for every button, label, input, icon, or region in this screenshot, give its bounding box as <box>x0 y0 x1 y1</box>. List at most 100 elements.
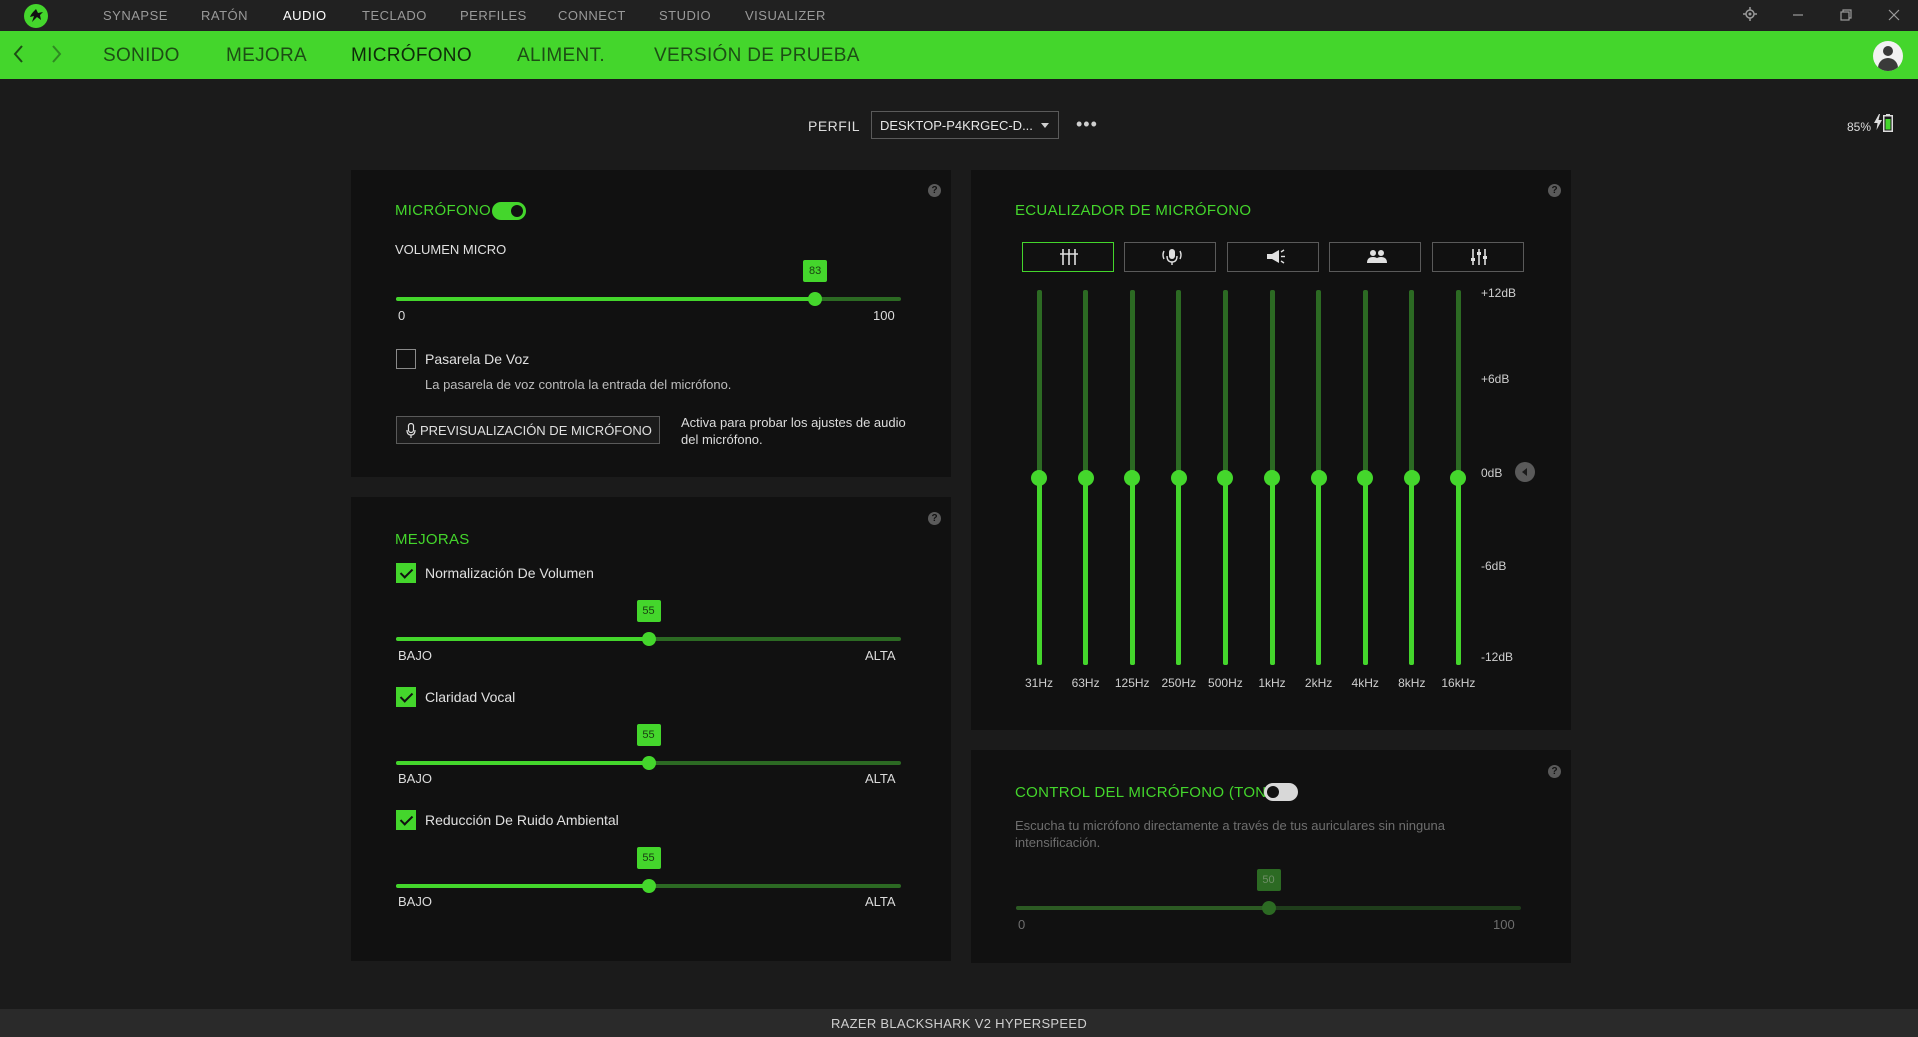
tab-version-de-prueba[interactable]: VERSIÓN DE PRUEBA <box>654 45 860 67</box>
eq-band-thumb[interactable] <box>1077 469 1094 486</box>
eq-band-thumb[interactable] <box>1031 469 1047 486</box>
user-avatar-icon[interactable] <box>1873 41 1903 71</box>
sidetone-max: 100 <box>1493 917 1515 932</box>
nav-studio[interactable]: STUDIO <box>659 8 711 23</box>
eq-band-label: 31Hz <box>1024 676 1053 690</box>
volume-normalization-thumb[interactable] <box>641 632 656 646</box>
eq-preset-group[interactable] <box>1329 242 1421 272</box>
eq-preset-sliders[interactable] <box>1432 242 1524 272</box>
vocal-clarity-value: 55 <box>636 724 661 746</box>
ambient-noise-reduction-value: 55 <box>636 847 661 869</box>
eq-db-label: 0dB <box>1481 466 1503 480</box>
mic-volume-thumb[interactable] <box>808 292 823 306</box>
volume-normalization-checkbox[interactable] <box>396 563 416 583</box>
vocal-clarity-thumb[interactable] <box>641 756 656 770</box>
eq-band-label: 1kHz <box>1258 676 1286 690</box>
eq-band-thumb[interactable] <box>1450 469 1467 486</box>
help-icon[interactable]: ? <box>928 512 941 525</box>
tab-sonido[interactable]: SONIDO <box>103 45 180 67</box>
eq-band-thumb[interactable] <box>1217 469 1234 486</box>
footer-bar: RAZER BLACKSHARK V2 HYPERSPEED <box>0 1009 1918 1037</box>
vocal-clarity-slider[interactable]: 55 <box>396 724 901 770</box>
enhancements-panel: MEJORAS ? Normalización De Volumen 55 BA… <box>351 497 951 961</box>
eq-band-thumb[interactable] <box>1170 469 1187 486</box>
eq-band-label: 4kHz <box>1351 676 1379 690</box>
eq-band-label: 8kHz <box>1398 676 1426 690</box>
tab-aliment[interactable]: ALIMENT. <box>517 45 605 67</box>
sidetone-thumb[interactable] <box>1261 901 1276 915</box>
eq-preset-megaphone[interactable] <box>1227 242 1319 272</box>
battery-percentage: 85% <box>1847 120 1872 134</box>
sidetone-min: 0 <box>1018 917 1026 932</box>
sidetone-slider[interactable]: 50 <box>1016 869 1521 915</box>
eq-band-thumb[interactable] <box>1403 469 1420 486</box>
back-arrow-icon[interactable] <box>12 43 26 71</box>
ambient-noise-reduction-slider[interactable]: 55 <box>396 847 901 893</box>
profile-select[interactable]: DESKTOP-P4KRGEC-D... <box>871 111 1059 139</box>
nav-perfiles[interactable]: PERFILES <box>460 8 527 23</box>
eq-band-thumb[interactable] <box>1357 469 1374 486</box>
sidetone-panel: CONTROL DEL MICRÓFONO (TONO) ? Escucha t… <box>971 750 1571 963</box>
sidetone-description: Escucha tu micrófono directamente a trav… <box>1015 818 1445 850</box>
help-icon[interactable]: ? <box>928 184 941 197</box>
settings-gear-icon[interactable] <box>1740 6 1760 26</box>
profile-select-value: DESKTOP-P4KRGEC-D... <box>880 118 1033 133</box>
tab-bar: SONIDO MEJORA MICRÓFONO ALIMENT. VERSIÓN… <box>0 31 1918 79</box>
volume-normalization-slider[interactable]: 55 <box>396 600 901 646</box>
eq-band-label: 63Hz <box>1071 676 1100 690</box>
eq-reset-arrow-icon[interactable] <box>1515 462 1535 482</box>
help-icon[interactable]: ? <box>1548 184 1561 197</box>
battery-icon <box>1883 114 1893 137</box>
broadcast-mic-icon <box>1162 249 1182 265</box>
eq-band-label: 250Hz <box>1161 676 1197 690</box>
help-icon[interactable]: ? <box>1548 765 1561 778</box>
profile-more-button[interactable]: ••• <box>1076 114 1098 135</box>
eq-title: ECUALIZADOR DE MICRÓFONO <box>1015 202 1252 219</box>
mic-preview-button[interactable]: PREVISUALIZACIÓN DE MICRÓFONO <box>396 416 660 444</box>
vocal-clarity-checkbox[interactable] <box>396 687 416 707</box>
ambient-noise-reduction-label: Reducción De Ruido Ambiental <box>425 812 619 828</box>
nav-visualizer[interactable]: VISUALIZER <box>745 8 826 23</box>
microphone-panel: MICRÓFONO ? VOLUMEN MICRO 83 0 100 Pasar… <box>351 170 951 477</box>
eq-band-label: 16kHz <box>1441 676 1476 690</box>
close-icon[interactable] <box>1884 6 1904 26</box>
mic-preview-description: Activa para probar los ajustes de audio … <box>681 415 906 447</box>
razer-logo-icon[interactable] <box>24 4 48 28</box>
tab-microfono[interactable]: MICRÓFONO <box>351 45 472 67</box>
restore-icon[interactable] <box>1836 6 1856 26</box>
tab-mejora[interactable]: MEJORA <box>226 45 307 67</box>
voice-gate-description: La pasarela de voz controla la entrada d… <box>425 377 732 392</box>
ambient-noise-reduction-thumb[interactable] <box>641 879 656 893</box>
device-name: RAZER BLACKSHARK V2 HYPERSPEED <box>830 1016 1088 1031</box>
eq-preset-custom[interactable] <box>1022 242 1114 272</box>
sidetone-toggle[interactable] <box>1264 783 1298 801</box>
group-icon <box>1367 250 1387 263</box>
eq-band-thumb[interactable] <box>1310 469 1327 486</box>
sidetone-value: 50 <box>1256 869 1281 891</box>
enhancements-title: MEJORAS <box>395 531 470 548</box>
nav-audio[interactable]: AUDIO <box>283 8 327 23</box>
nav-raton[interactable]: RATÓN <box>201 8 248 23</box>
eq-band-thumb[interactable] <box>1264 469 1280 486</box>
microphone-toggle[interactable] <box>492 202 526 220</box>
mic-volume-slider[interactable]: 83 <box>396 260 901 306</box>
forward-arrow-icon[interactable] <box>49 43 63 71</box>
vocal-clarity-label: Claridad Vocal <box>425 689 516 705</box>
mic-volume-min: 0 <box>398 308 406 323</box>
nav-connect[interactable]: CONNECT <box>558 8 626 23</box>
megaphone-icon <box>1267 249 1285 264</box>
ambient-noise-reduction-low: BAJO <box>398 894 432 909</box>
minimize-icon[interactable] <box>1788 6 1808 26</box>
eq-db-label: -6dB <box>1481 559 1507 573</box>
nav-teclado[interactable]: TECLADO <box>362 8 427 23</box>
nav-synapse[interactable]: SYNAPSE <box>103 8 168 23</box>
chevron-down-icon <box>1041 123 1049 128</box>
eq-band-thumb[interactable] <box>1124 469 1141 486</box>
voice-gate-checkbox[interactable] <box>396 349 416 369</box>
charging-bolt-icon <box>1874 114 1882 135</box>
ambient-noise-reduction-checkbox[interactable] <box>396 810 416 830</box>
eq-band-label: 2kHz <box>1304 676 1333 690</box>
profile-label: PERFIL <box>808 118 861 134</box>
eq-preset-broadcast[interactable] <box>1124 242 1216 272</box>
vocal-clarity-low: BAJO <box>398 771 432 786</box>
